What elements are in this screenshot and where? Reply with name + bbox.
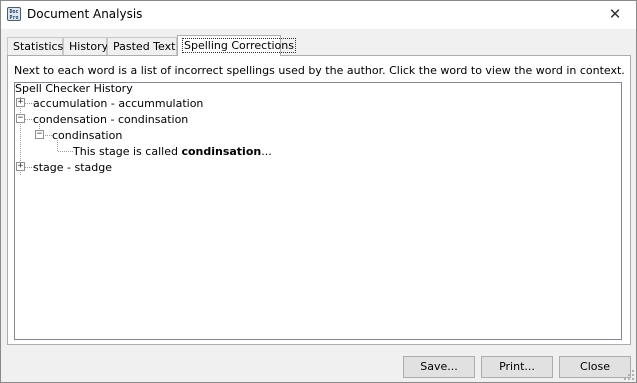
tree-item-stage[interactable]: stage - stadge: [33, 160, 112, 176]
tab-pasted-text[interactable]: Pasted Text: [107, 37, 177, 55]
tab-label: Spelling Corrections: [182, 38, 296, 53]
context-ellipsis: ...: [261, 145, 272, 158]
spelling-corrections-panel: Next to each word is a list of incorrect…: [7, 55, 631, 345]
tree-connector: [58, 151, 73, 152]
tree-connector: [43, 135, 52, 136]
tab-label: History: [69, 40, 109, 53]
collapse-icon[interactable]: −: [16, 114, 25, 123]
tree-item-context[interactable]: This stage is called condinsation...: [73, 144, 272, 160]
print-button[interactable]: Print...: [481, 356, 553, 378]
document-analysis-window: Doc Pro Document Analysis ✕ Statistics H…: [0, 0, 637, 383]
title-bar: Doc Pro Document Analysis ✕: [1, 1, 636, 29]
tree-root[interactable]: Spell Checker History: [15, 83, 133, 97]
window-title: Document Analysis: [27, 7, 143, 21]
save-button[interactable]: Save...: [403, 356, 475, 378]
close-button[interactable]: Close: [559, 356, 631, 378]
tree-item-condinsation[interactable]: condinsation: [52, 128, 122, 144]
expand-icon[interactable]: +: [16, 98, 25, 107]
context-word: condinsation: [181, 145, 262, 158]
tree-item-condensation[interactable]: condensation - condinsation: [33, 112, 188, 128]
panel-description: Next to each word is a list of incorrect…: [14, 64, 625, 77]
expand-icon[interactable]: +: [16, 162, 25, 171]
collapse-icon[interactable]: −: [35, 130, 44, 139]
tab-strip: Statistics History Pasted Text Spelling …: [7, 35, 633, 56]
spell-checker-tree[interactable]: Spell Checker History + accumulation - a…: [14, 82, 622, 340]
tab-label: Statistics: [13, 40, 64, 53]
context-text: This stage is called: [73, 145, 182, 158]
tab-label: Pasted Text: [113, 40, 176, 53]
tree-item-accumulation[interactable]: accumulation - accummulation: [33, 96, 203, 112]
tab-statistics[interactable]: Statistics: [7, 37, 63, 55]
resize-grip-icon[interactable]: [624, 370, 634, 380]
tab-spelling-corrections[interactable]: Spelling Corrections: [177, 35, 296, 56]
close-window-icon[interactable]: ✕: [606, 5, 624, 23]
tab-history[interactable]: History: [63, 37, 109, 55]
app-icon: Doc Pro: [7, 7, 21, 21]
